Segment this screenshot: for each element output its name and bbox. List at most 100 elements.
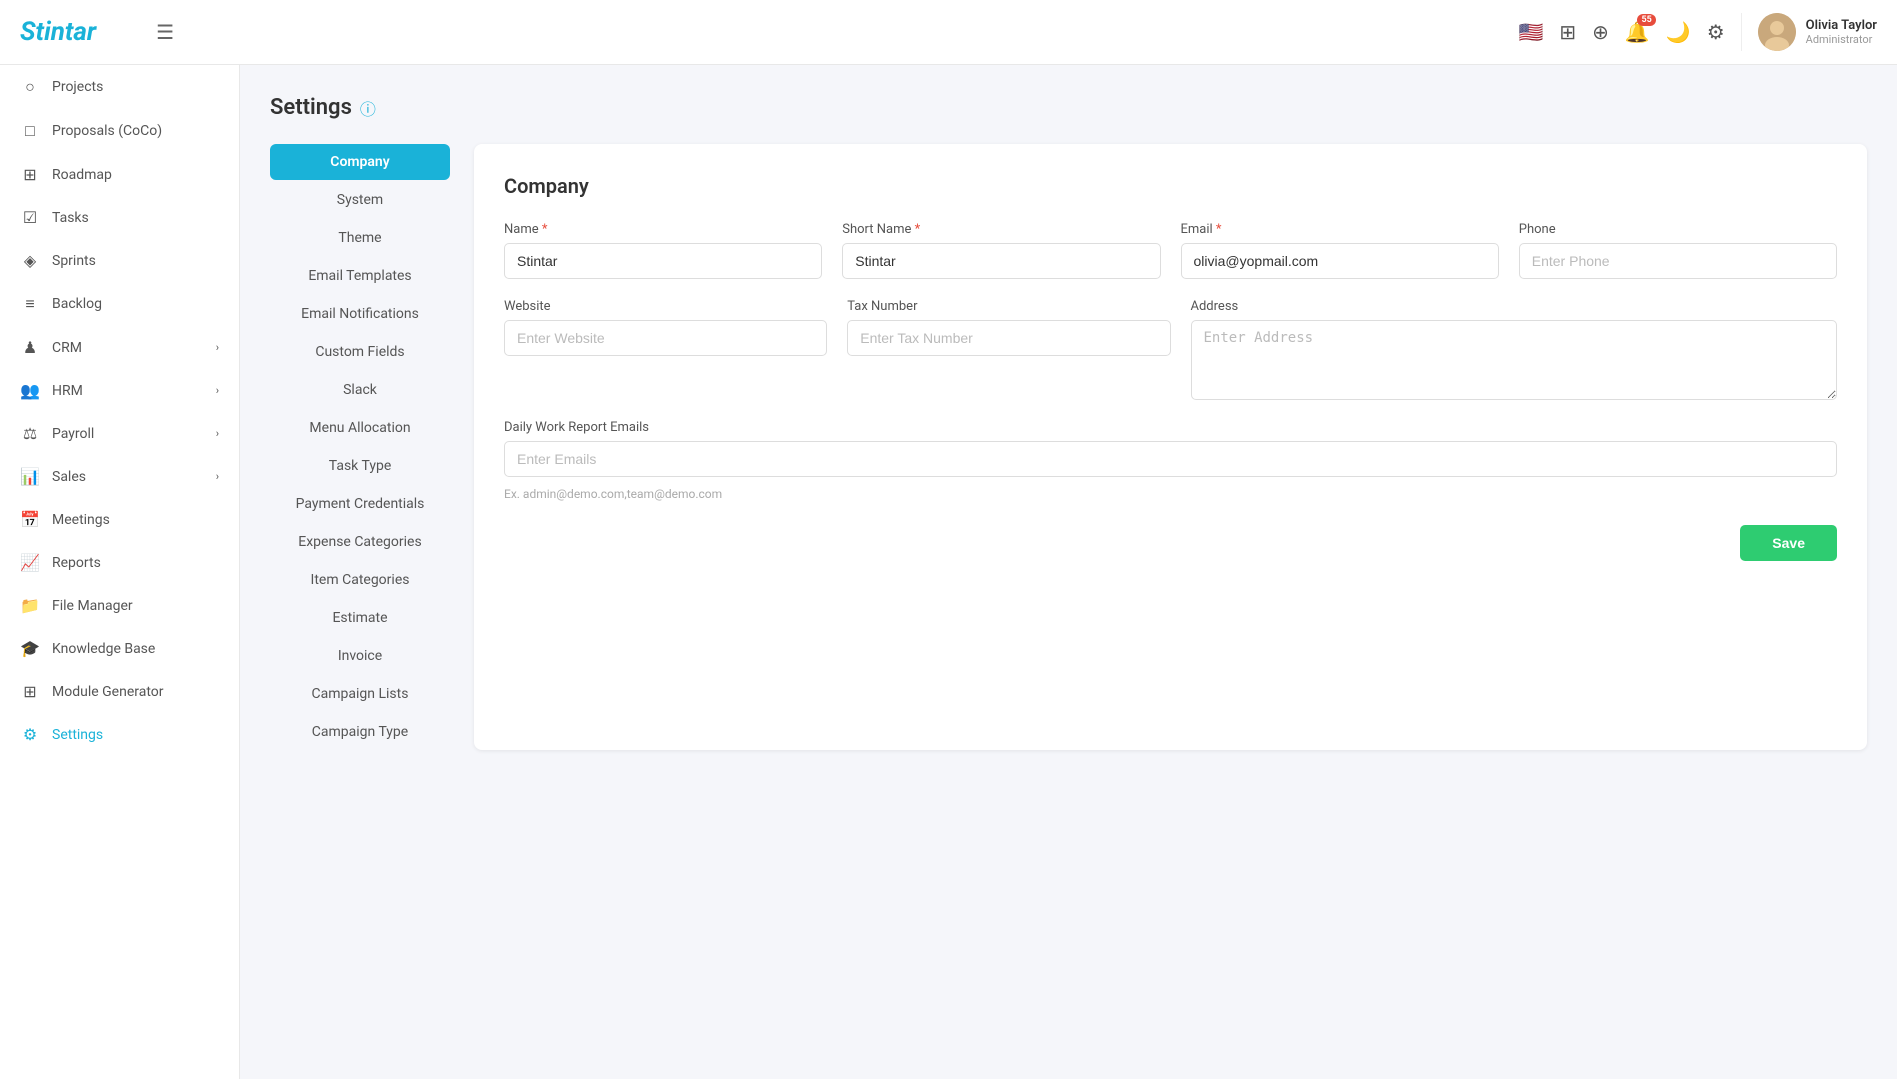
form-group-short-name: Short Name * [842, 222, 1160, 279]
language-flag-icon[interactable]: 🇺🇸 [1518, 20, 1543, 44]
settings-nav-payment-credentials[interactable]: Payment Credentials [270, 486, 450, 522]
sidebar-item-proposals[interactable]: □ Proposals (CoCo) [0, 109, 239, 153]
save-button[interactable]: Save [1740, 525, 1837, 561]
header-right: 🇺🇸 ⊞ ⊕ 🔔 55 🌙 ⚙ Olivia Taylor Administra… [1518, 13, 1877, 51]
email-label: Email * [1181, 222, 1499, 237]
form-group-tax-number: Tax Number [847, 299, 1170, 400]
knowledge-base-icon: 🎓 [20, 639, 40, 658]
sidebar-item-label: Module Generator [52, 684, 164, 700]
menu-toggle-button[interactable]: ☰ [156, 20, 174, 44]
name-label: Name * [504, 222, 822, 237]
sprints-icon: ◈ [20, 251, 40, 270]
projects-icon: ○ [20, 77, 40, 97]
sidebar-item-label: CRM [52, 340, 82, 356]
hrm-icon: 👥 [20, 381, 40, 400]
form-row-2: Website Tax Number Address [504, 299, 1837, 400]
sidebar-item-module-generator[interactable]: ⊞ Module Generator [0, 670, 239, 713]
address-input[interactable] [1191, 320, 1838, 400]
sidebar-item-label: Meetings [52, 512, 110, 528]
notification-badge: 55 [1637, 14, 1655, 26]
name-required: * [542, 222, 548, 237]
apps-grid-icon[interactable]: ⊞ [1559, 20, 1576, 44]
short-name-required: * [915, 222, 921, 237]
sidebar-item-sprints[interactable]: ◈ Sprints [0, 239, 239, 282]
daily-emails-input[interactable] [504, 441, 1837, 477]
sidebar-item-settings[interactable]: ⚙ Settings [0, 713, 239, 756]
save-row: Save [504, 525, 1837, 561]
form-group-address: Address [1191, 299, 1838, 400]
settings-nav-estimate[interactable]: Estimate [270, 600, 450, 636]
settings-nav-system[interactable]: System [270, 182, 450, 218]
settings-nav-email-notifications[interactable]: Email Notifications [270, 296, 450, 332]
user-role: Administrator [1806, 33, 1877, 46]
form-row-1: Name * Short Name * Email [504, 222, 1837, 279]
sidebar-item-backlog[interactable]: ≡ Backlog [0, 282, 239, 326]
notification-bell-icon[interactable]: 🔔 55 [1625, 20, 1650, 44]
header: Stintar ☰ 🇺🇸 ⊞ ⊕ 🔔 55 🌙 ⚙ Olivia Taylor [0, 0, 1897, 65]
sales-icon: 📊 [20, 467, 40, 486]
user-name: Olivia Taylor [1806, 18, 1877, 33]
page-title-row: Settings ⓘ [270, 95, 1867, 120]
header-left: Stintar ☰ [20, 17, 174, 47]
settings-gear-icon[interactable]: ⚙ [1707, 20, 1725, 44]
logo-text: Stintar [20, 17, 96, 47]
settings-nav-invoice[interactable]: Invoice [270, 638, 450, 674]
user-text: Olivia Taylor Administrator [1806, 18, 1877, 46]
settings-nav-company[interactable]: Company [270, 144, 450, 180]
form-group-email: Email * [1181, 222, 1499, 279]
dark-mode-icon[interactable]: 🌙 [1666, 20, 1691, 44]
sidebar-item-knowledge-base[interactable]: 🎓 Knowledge Base [0, 627, 239, 670]
website-input[interactable] [504, 320, 827, 356]
crm-icon: ♟ [20, 338, 40, 357]
sidebar-item-hrm[interactable]: 👥 HRM › [0, 369, 239, 412]
sidebar-item-label: HRM [52, 383, 83, 399]
crosshair-icon[interactable]: ⊕ [1592, 20, 1609, 44]
content-area: Settings ⓘ Company System Theme Email Te… [240, 65, 1897, 1079]
sidebar-item-sales[interactable]: 📊 Sales › [0, 455, 239, 498]
sidebar-item-reports[interactable]: 📈 Reports [0, 541, 239, 584]
sidebar-item-file-manager[interactable]: 📁 File Manager [0, 584, 239, 627]
sidebar-item-projects[interactable]: ○ Projects [0, 65, 239, 109]
settings-nav-email-templates[interactable]: Email Templates [270, 258, 450, 294]
tax-number-input[interactable] [847, 320, 1170, 356]
settings-page: Settings ⓘ Company System Theme Email Te… [240, 65, 1897, 780]
sidebar-item-roadmap[interactable]: ⊞ Roadmap [0, 153, 239, 196]
settings-nav-menu-allocation[interactable]: Menu Allocation [270, 410, 450, 446]
logo-s-icon: S [20, 17, 36, 47]
chevron-right-icon: › [216, 470, 219, 483]
email-input[interactable] [1181, 243, 1499, 279]
name-input[interactable] [504, 243, 822, 279]
page-title: Settings [270, 95, 352, 120]
sidebar-item-label: Roadmap [52, 167, 112, 183]
form-group-website: Website [504, 299, 827, 400]
settings-nav-theme[interactable]: Theme [270, 220, 450, 256]
sidebar-item-label: Sales [52, 469, 86, 485]
settings-nav-campaign-type[interactable]: Campaign Type [270, 714, 450, 750]
sidebar-item-label: Proposals (CoCo) [52, 123, 162, 139]
short-name-input[interactable] [842, 243, 1160, 279]
settings-nav-task-type[interactable]: Task Type [270, 448, 450, 484]
website-label: Website [504, 299, 827, 314]
sidebar-item-tasks[interactable]: ☑ Tasks [0, 196, 239, 239]
sidebar: ○ Projects □ Proposals (CoCo) ⊞ Roadmap … [0, 65, 240, 1079]
email-hint: Ex. admin@demo.com,team@demo.com [504, 487, 1837, 501]
settings-nav-campaign-lists[interactable]: Campaign Lists [270, 676, 450, 712]
short-name-label: Short Name * [842, 222, 1160, 237]
user-info: Olivia Taylor Administrator [1741, 13, 1877, 51]
chevron-right-icon: › [216, 384, 219, 397]
page-info-icon: ⓘ [360, 96, 376, 120]
roadmap-icon: ⊞ [20, 165, 40, 184]
settings-nav-slack[interactable]: Slack [270, 372, 450, 408]
address-label: Address [1191, 299, 1838, 314]
tasks-icon: ☑ [20, 208, 40, 227]
settings-nav-item-categories[interactable]: Item Categories [270, 562, 450, 598]
email-required: * [1216, 222, 1222, 237]
phone-input[interactable] [1519, 243, 1837, 279]
sidebar-item-meetings[interactable]: 📅 Meetings [0, 498, 239, 541]
meetings-icon: 📅 [20, 510, 40, 529]
sidebar-item-crm[interactable]: ♟ CRM › [0, 326, 239, 369]
settings-nav-custom-fields[interactable]: Custom Fields [270, 334, 450, 370]
settings-nav-expense-categories[interactable]: Expense Categories [270, 524, 450, 560]
sidebar-item-payroll[interactable]: ⚖ Payroll › [0, 412, 239, 455]
logo: Stintar [20, 17, 96, 47]
